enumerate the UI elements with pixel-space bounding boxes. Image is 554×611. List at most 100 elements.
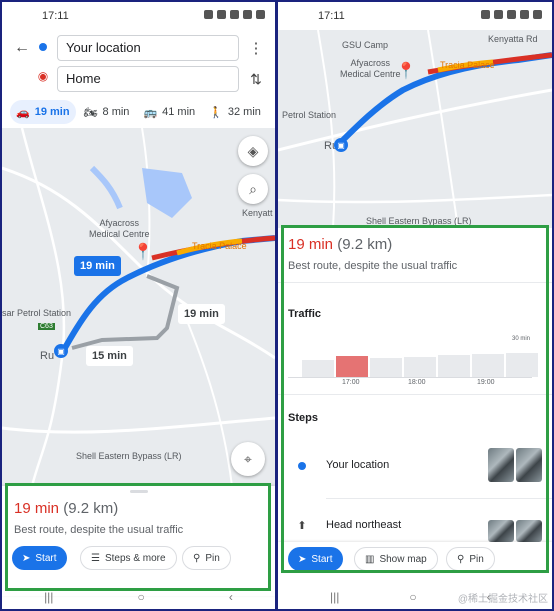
divider — [278, 394, 552, 395]
sheet-handle[interactable] — [130, 490, 148, 493]
route-distance: (9.2 km) — [63, 500, 119, 517]
traffic-chart — [288, 342, 538, 378]
traffic-bar — [336, 356, 368, 377]
map-label-palace: Tracia Palace — [440, 60, 495, 70]
mode-car-tab[interactable]: 🚗 19 min — [10, 100, 76, 124]
map-icon: ▥ — [365, 553, 375, 565]
steps-title: Steps — [288, 412, 318, 424]
street-view-thumbnail[interactable] — [516, 520, 542, 542]
pin-icon: ⚲ — [457, 553, 465, 565]
list-icon: ☰ — [91, 552, 100, 564]
more-vert-icon[interactable]: ⋮ — [248, 38, 264, 58]
route-map[interactable]: ◈ ⌕ Kenyatt Afyacross Medical Centre Tra… — [2, 128, 275, 486]
status-icons — [204, 10, 265, 19]
motorcycle-icon: 🏍 — [83, 106, 98, 119]
origin-dot-icon — [39, 43, 47, 51]
route-label-alt2[interactable]: 15 min — [86, 346, 133, 366]
mode-walk-tab[interactable]: 🚶 32 min — [203, 100, 267, 124]
traffic-title: Traffic — [288, 308, 322, 320]
swap-icon[interactable]: ⇅ — [246, 68, 266, 90]
route-time: 19 min — [14, 500, 60, 517]
mode-transit-tab[interactable]: 🚌 41 min — [137, 100, 201, 124]
pin-button[interactable]: ⚲ Pin — [182, 546, 231, 570]
navigation-arrow-icon: ➤ — [298, 553, 307, 565]
arrow-up-icon: ⬆ — [297, 519, 307, 532]
layers-icon[interactable]: ◈ — [238, 136, 268, 166]
route-time: 19 min — [288, 236, 334, 253]
traffic-bar — [404, 357, 436, 377]
recents-icon[interactable]: ||| — [44, 590, 53, 604]
traffic-bar — [370, 358, 402, 377]
divider — [326, 498, 552, 499]
mode-transit-label: 41 min — [162, 106, 196, 118]
map-label-gsu: GSU Camp — [342, 40, 389, 50]
steps-button-label: Steps & more — [104, 552, 166, 564]
back-icon[interactable]: ‹ — [229, 590, 233, 604]
map-label-c63: C63 — [38, 323, 55, 330]
status-time: 17:11 — [318, 10, 345, 22]
left-phone: 17:11 ← Your location ⋮ ◉ Home ⇅ 🚗 19 mi… — [2, 2, 275, 609]
show-map-button[interactable]: ▥ Show map — [354, 547, 438, 571]
origin-dot-icon — [298, 462, 306, 470]
map-label-ruiru: Ru — [40, 350, 55, 362]
map-label-palace: Tracia Palace — [192, 241, 247, 251]
mode-motorcycle-tab[interactable]: 🏍 8 min — [78, 100, 136, 124]
street-view-thumbnail[interactable] — [516, 448, 542, 482]
status-bar: 17:11 — [278, 2, 552, 30]
action-bar: ➤ Start ▥ Show map ⚲ Pin — [278, 542, 552, 573]
status-icons — [481, 10, 542, 19]
navigation-arrow-icon: ➤ — [22, 552, 31, 564]
divider — [278, 282, 552, 283]
route-distance: (9.2 km) — [337, 236, 393, 253]
street-view-thumbnail[interactable] — [488, 448, 514, 482]
destination-marker-icon: 📍 — [133, 244, 153, 261]
traffic-bar — [302, 360, 334, 377]
map-roads — [278, 30, 552, 228]
start-button[interactable]: ➤ Start — [12, 546, 67, 570]
map-label-kenyatta: Kenyatt — [242, 208, 273, 218]
route-description: Best route, despite the usual traffic — [288, 260, 458, 272]
start-button[interactable]: ➤ Start — [288, 547, 343, 571]
route-time-row: 19 min (9.2 km) — [288, 236, 392, 253]
step-origin-label: Your location — [326, 459, 390, 471]
bus-stop-icon: ▣ — [334, 138, 348, 152]
route-map[interactable]: GSU Camp Afyacross Medical Centre Tracia… — [278, 30, 552, 228]
bus-stop-icon: ▣ — [54, 344, 68, 358]
route-label-alt1[interactable]: 19 min — [178, 304, 225, 324]
start-button-label: Start — [311, 553, 333, 565]
status-bar: 17:11 — [2, 2, 275, 30]
pin-button-label: Pin — [469, 553, 484, 565]
map-label-shell: Shell Eastern Bypass (LR) — [76, 451, 182, 461]
origin-input[interactable]: Your location — [57, 35, 239, 61]
right-phone: 17:11 GSU Camp Afyacross Medical Centre … — [278, 2, 552, 609]
route-description: Best route, despite the usual traffic — [14, 524, 184, 536]
destination-input[interactable]: Home — [57, 66, 239, 92]
route-label-main[interactable]: 19 min — [74, 256, 121, 276]
route-time-row: 19 min (9.2 km) — [14, 500, 118, 517]
search-icon[interactable]: ⌕ — [238, 174, 268, 204]
destination-marker-icon: 📍 — [396, 63, 416, 80]
destination-pin-icon: ◉ — [37, 69, 49, 83]
steps-button[interactable]: ☰ Steps & more — [80, 546, 177, 570]
recents-icon[interactable]: ||| — [330, 590, 339, 604]
my-location-icon[interactable]: ⌖ — [231, 442, 265, 476]
route-summary-sheet: 19 min (9.2 km) Best route, despite the … — [2, 486, 275, 596]
back-arrow-icon[interactable]: ← — [12, 38, 32, 58]
walk-icon: 🚶 — [209, 106, 223, 119]
map-label-medical: Afyacross Medical Centre — [340, 58, 401, 79]
bus-icon: 🚌 — [143, 106, 158, 119]
pin-button-label: Pin — [205, 552, 220, 564]
home-icon[interactable]: ○ — [138, 590, 145, 604]
travel-mode-tabs: 🚗 19 min 🏍 8 min 🚌 41 min 🚶 32 min — [2, 98, 275, 126]
route-details-sheet: 19 min (9.2 km) Best route, despite the … — [278, 228, 552, 573]
traffic-bar — [472, 354, 504, 377]
car-icon: 🚗 — [16, 106, 30, 119]
traffic-bar — [506, 353, 538, 377]
home-icon[interactable]: ○ — [409, 590, 416, 604]
street-view-thumbnail[interactable] — [488, 520, 514, 542]
map-roads — [2, 128, 275, 486]
pin-button[interactable]: ⚲ Pin — [446, 547, 495, 571]
mode-motorcycle-label: 8 min — [102, 106, 130, 118]
show-map-label: Show map — [379, 553, 427, 565]
start-button-label: Start — [35, 552, 57, 564]
